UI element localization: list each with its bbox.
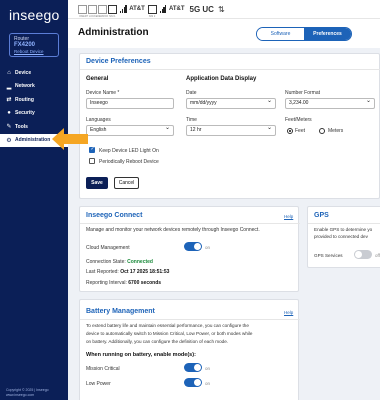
- reporting-interval-value: 6700 seconds: [128, 280, 162, 286]
- sidebar-item-label: Routing: [15, 96, 34, 103]
- connection-state: Connection State: Connected: [86, 259, 153, 265]
- tab-software[interactable]: Software: [257, 28, 304, 40]
- sim-slot-indicator: INSERT: [78, 4, 88, 18]
- sim-slot-indicator: SIM 1: [108, 4, 117, 18]
- feet-label: Feet: [295, 128, 306, 134]
- cloud-management-toggle[interactable]: [184, 242, 202, 251]
- carrier-name: AT&T: [168, 6, 185, 12]
- sidebar-item-label: Security: [15, 110, 35, 117]
- home-icon: ⌂: [7, 69, 11, 76]
- inseego-logo: inseego: [9, 7, 60, 23]
- card-title: GPS: [314, 212, 329, 219]
- gps-description: Enable GPS to determine yo: [314, 227, 373, 232]
- connection-state-value: Connected: [127, 259, 153, 265]
- annotation-arrow-icon: [52, 128, 88, 150]
- help-link[interactable]: Help: [284, 214, 293, 219]
- copyright: Copyright © 2025 | Inseego www.inseego.c…: [6, 388, 49, 397]
- cancel-button[interactable]: Cancel: [114, 177, 139, 189]
- toggle-state-label: on: [205, 366, 211, 371]
- date-label: Date: [186, 90, 197, 96]
- sidebar-item-label: Tools: [15, 123, 28, 130]
- sidebar-item-label: Administration: [15, 137, 51, 144]
- reboot-device-link[interactable]: Reboot Device: [14, 49, 54, 55]
- feet-meters-label: Feet/Meters: [285, 117, 312, 123]
- date-format-select[interactable]: mm/dd/yyyy: [186, 97, 276, 109]
- lock-icon: ●: [7, 110, 11, 117]
- gps-services-label: GPS Services: [314, 253, 343, 258]
- sidebar-item-security[interactable]: ● Security: [0, 107, 68, 121]
- signal-icon: ▂: [6, 83, 12, 90]
- router-info: Router FX4200 Reboot Device: [9, 33, 59, 57]
- general-heading: General: [86, 76, 109, 82]
- languages-label: Languages: [86, 117, 111, 123]
- sim-slot-indicator: ERROR: [98, 4, 108, 18]
- battery-management-card: Battery Management Help To extend batter…: [79, 299, 300, 400]
- page-header: Administration Software Preferences: [68, 18, 380, 48]
- time-label: Time: [186, 117, 197, 123]
- gps-card: GPS Enable GPS to determine yo provided …: [307, 206, 380, 268]
- feet-radio[interactable]: [287, 128, 293, 134]
- tab-preferences[interactable]: Preferences: [304, 28, 351, 40]
- sidebar-item-network[interactable]: ▂ Network: [0, 80, 68, 94]
- time-format-select[interactable]: 12 hr: [186, 124, 276, 136]
- card-title: Battery Management: [86, 308, 155, 315]
- reporting-interval: Reporting Interval: 6700 seconds: [86, 280, 162, 286]
- card-title: Device Preferences: [86, 58, 151, 65]
- card-title: Inseego Connect: [86, 212, 143, 219]
- signal-bars-icon: [120, 5, 127, 13]
- mission-critical-label: Mission Critical: [86, 366, 120, 372]
- led-light-checkbox[interactable]: [89, 146, 95, 153]
- carrier-name: AT&T: [129, 6, 145, 12]
- sidebar-item-routing[interactable]: ⇄ Routing: [0, 93, 68, 107]
- periodic-reboot-checkbox[interactable]: [89, 158, 95, 164]
- low-power-label: Low Power: [86, 381, 111, 387]
- status-bar: INSERT LOCKED ERROR SIM 1 AT&T SIM 2 AT&…: [68, 0, 380, 18]
- battery-description: on battery. Additionally, you can config…: [86, 339, 229, 344]
- data-transfer-icon: ⇅: [217, 4, 225, 14]
- periodic-reboot-label: Periodically Reboot Device: [99, 159, 159, 165]
- low-power-toggle[interactable]: [184, 378, 202, 387]
- connect-description: Manage and monitor your network devices …: [86, 227, 260, 233]
- sidebar-item-device[interactable]: ⌂ Device: [0, 66, 68, 80]
- device-name-input[interactable]: Inseego: [86, 98, 174, 109]
- sim-slot-indicator: LOCKED: [88, 4, 99, 18]
- router-model: FX4200: [14, 42, 36, 48]
- tab-switcher: Software Preferences: [256, 27, 352, 41]
- last-reported: Last Reported: Oct 17 2025 18:51:53: [86, 269, 170, 275]
- inseego-connect-card: Inseego Connect Help Manage and monitor …: [79, 206, 300, 292]
- battery-description: device to automatically switch to Missio…: [86, 331, 253, 336]
- gear-icon: ⚙: [6, 137, 12, 144]
- cloud-management-label: Cloud Management: [86, 245, 130, 251]
- gps-description: provided to connected dev: [314, 234, 368, 239]
- language-select[interactable]: English: [86, 124, 174, 136]
- save-button[interactable]: Save: [86, 177, 108, 189]
- toggle-state-label: off: [375, 253, 380, 258]
- battery-description: To extend battery life and maintain esse…: [86, 323, 249, 328]
- network-type: 5G UC: [189, 4, 214, 14]
- sidebar-item-label: Device: [15, 69, 32, 76]
- signal-bars-icon: [159, 5, 167, 13]
- page-title: Administration: [78, 27, 149, 38]
- toggle-state-label: on: [205, 245, 211, 250]
- number-format-select[interactable]: 3,234.00: [285, 97, 375, 109]
- device-name-label: Device Name *: [86, 90, 120, 96]
- sim2-indicator: SIM 2: [147, 4, 157, 18]
- meters-label: Meters: [328, 128, 344, 134]
- number-format-label: Number Format: [285, 90, 321, 96]
- meters-radio[interactable]: [319, 128, 325, 134]
- routing-icon: ⇄: [6, 97, 12, 104]
- device-preferences-card: Device Preferences General Device Name *…: [79, 53, 380, 199]
- gps-services-toggle[interactable]: [354, 250, 372, 259]
- led-light-label: Keep Device LED Light On: [99, 148, 159, 154]
- last-reported-value: Oct 17 2025 18:51:53: [120, 269, 170, 275]
- sidebar: inseego Router FX4200 Reboot Device ⌂ De…: [0, 0, 68, 400]
- toggle-state-label: on: [205, 381, 211, 386]
- app-data-heading: Application Data Display: [186, 76, 257, 82]
- battery-modes-heading: When running on battery, enable mode(s):: [86, 352, 196, 358]
- help-link[interactable]: Help: [284, 310, 293, 315]
- wrench-icon: ✎: [6, 124, 12, 131]
- sidebar-item-label: Network: [15, 83, 35, 90]
- mission-critical-toggle[interactable]: [184, 363, 202, 372]
